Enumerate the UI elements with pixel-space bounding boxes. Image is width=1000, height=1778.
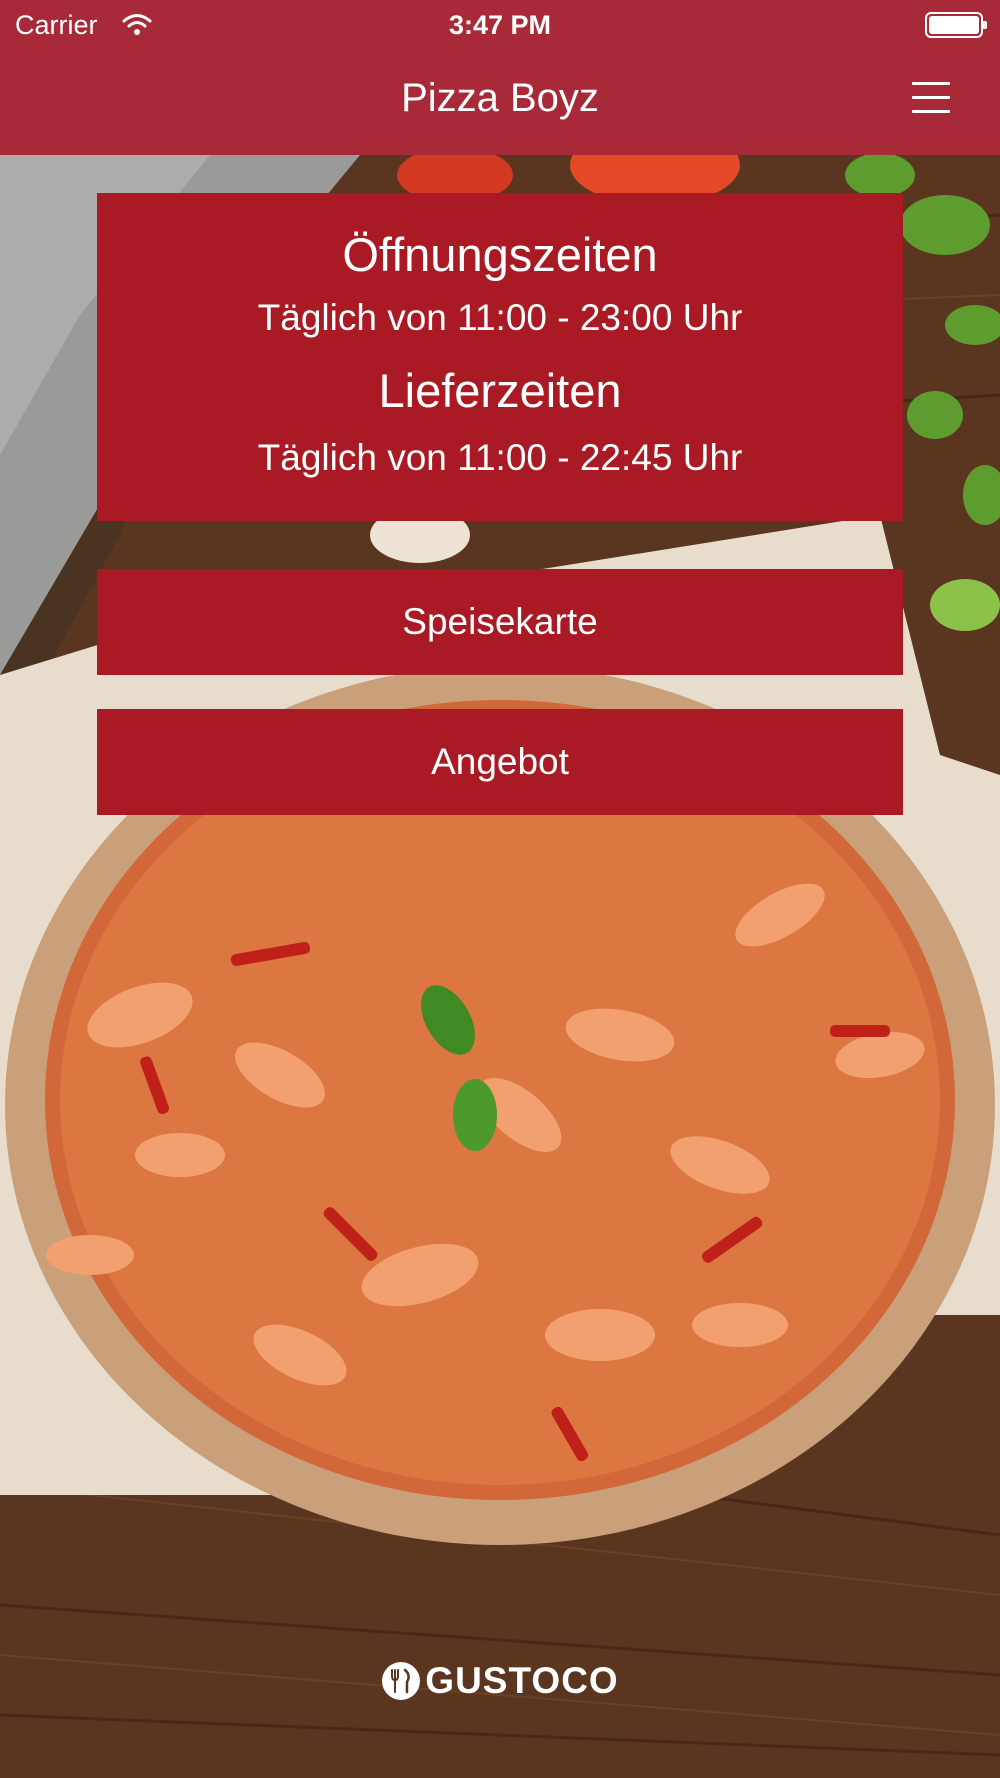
status-bar: Carrier 3:47 PM (0, 0, 1000, 50)
opening-hours-card: Öffnungszeiten Täglich von 11:00 - 23:00… (97, 193, 903, 521)
gustoco-brand: GUSTOCO (0, 1660, 1000, 1702)
nav-bar: Pizza Boyz (0, 60, 1000, 145)
hamburger-menu-icon[interactable] (910, 76, 954, 120)
gustoco-logo-icon (382, 1662, 421, 1700)
app-screen: Carrier 3:47 PM Pizza Boyz Öffnungszeite… (0, 0, 1000, 1778)
opening-hours-heading: Öffnungszeiten (342, 228, 658, 281)
battery-icon (925, 12, 987, 38)
brand-name: GUSTOCO (425, 1660, 619, 1701)
delivery-hours-text: Täglich von 11:00 - 22:45 Uhr (257, 437, 743, 478)
offer-button[interactable]: Angebot (97, 709, 903, 815)
menu-card-button[interactable]: Speisekarte (97, 569, 903, 675)
top-bar: Carrier 3:47 PM Pizza Boyz (0, 0, 1000, 155)
status-time: 3:47 PM (448, 10, 552, 40)
delivery-hours-heading: Lieferzeiten (378, 364, 622, 417)
app-title: Pizza Boyz (401, 76, 599, 120)
opening-hours-text: Täglich von 11:00 - 23:00 Uhr (257, 297, 743, 338)
